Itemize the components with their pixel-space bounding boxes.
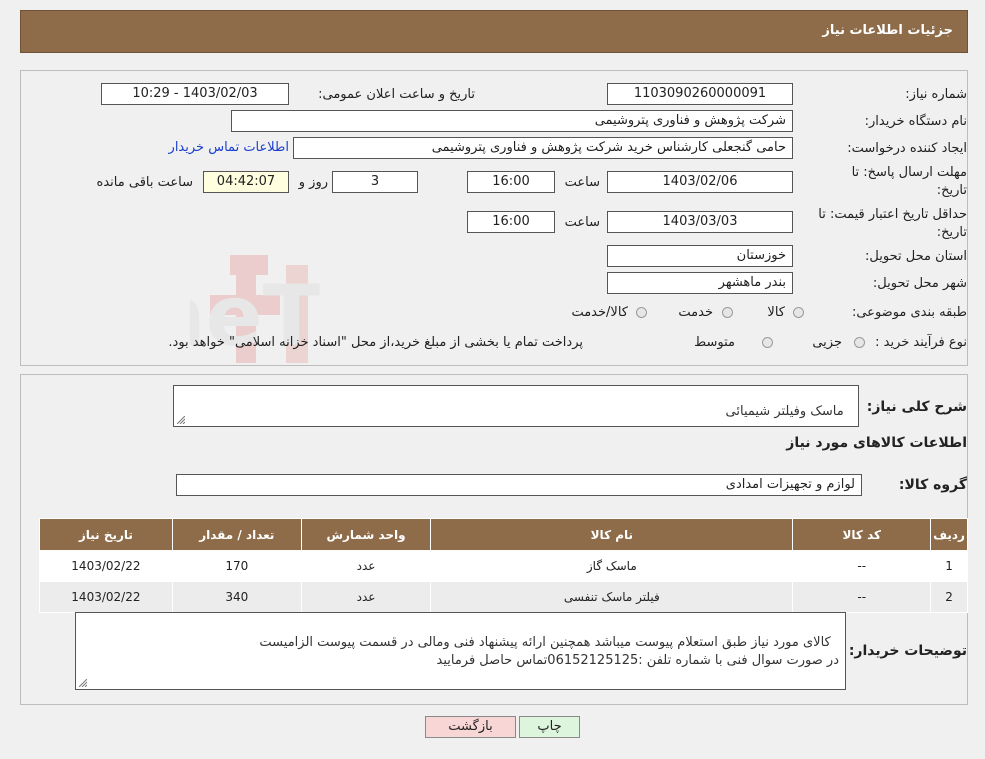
item-qty: 170: [171, 550, 302, 582]
process-label: نوع فرآیند خرید :: [875, 335, 967, 350]
validity-date-field: 1403/03/03: [607, 211, 793, 233]
remaining-time-field: 04:42:07: [203, 171, 289, 193]
category-radio-service[interactable]: [722, 307, 733, 318]
buyer-contact-link[interactable]: اطلاعات تماس خریدار: [169, 140, 289, 155]
table-header-row: ردیف کد کالا نام کالا واحد شمارش تعداد /…: [39, 518, 968, 551]
col-row: ردیف: [930, 518, 968, 551]
deadline-label-date: تاریخ:: [936, 183, 967, 198]
row-number: 2: [930, 581, 968, 613]
validity-time-label: ساعت: [564, 215, 600, 230]
buyer-notes-text: کالای مورد نیاز طبق استعلام پیوست میباشد…: [259, 635, 839, 668]
summary-text: ماسک وفیلتر شیمیائی: [725, 404, 844, 419]
item-name: ماسک گاز: [430, 550, 794, 582]
col-qty: تعداد / مقدار: [171, 518, 302, 551]
goods-group-field: لوازم و تجهیزات امدادی: [176, 474, 862, 496]
col-name: نام کالا: [430, 518, 794, 551]
table-row: 1 -- ماسک گاز عدد 170 1403/02/22: [39, 550, 968, 582]
process-note: پرداخت تمام یا بخشی از مبلغ خرید،از محل …: [168, 335, 583, 350]
days-label: روز و: [298, 175, 328, 190]
back-button[interactable]: بازگشت: [425, 716, 516, 738]
process-option-medium: متوسط: [694, 335, 735, 350]
city-label: شهر محل تحویل:: [872, 276, 967, 291]
resize-grip-icon[interactable]: [79, 679, 87, 687]
table-row: 2 -- فیلتر ماسک تنفسی عدد 340 1403/02/22: [39, 581, 968, 613]
goods-group-label: گروه کالا:: [898, 477, 967, 493]
validity-time-field: 16:00: [467, 211, 555, 233]
item-code: --: [792, 581, 932, 613]
page-title: جزئیات اطلاعات نیاز: [822, 23, 953, 38]
buyer-notes-label: توضیحات خریدار:: [848, 643, 967, 659]
item-qty: 340: [171, 581, 302, 613]
goods-info-title: اطلاعات کالاهای مورد نیاز: [786, 435, 967, 451]
process-radio-medium[interactable]: [762, 337, 773, 348]
item-unit: عدد: [300, 581, 432, 613]
summary-label: شرح کلی نیاز:: [866, 399, 967, 415]
col-code: کد کالا: [792, 518, 932, 551]
category-label: طبقه بندی موضوعی:: [851, 305, 967, 320]
summary-textarea: ماسک وفیلتر شیمیائی: [173, 385, 859, 427]
validity-label-date: تاریخ:: [936, 225, 967, 240]
buyer-org-field: شرکت پژوهش و فناوری پتروشیمی: [231, 110, 793, 132]
item-name: فیلتر ماسک تنفسی: [430, 581, 794, 613]
goods-table: ردیف کد کالا نام کالا واحد شمارش تعداد /…: [39, 518, 968, 613]
announce-label: تاریخ و ساعت اعلان عمومی:: [318, 87, 475, 102]
category-option-both: کالا/خدمت: [571, 305, 628, 320]
need-number-label: شماره نیاز:: [905, 87, 967, 102]
deadline-time-field: 16:00: [467, 171, 555, 193]
process-option-minor: جزیی: [812, 335, 842, 350]
category-radio-both[interactable]: [636, 307, 647, 318]
city-field: بندر ماهشهر: [607, 272, 793, 294]
category-option-goods: کالا: [767, 305, 785, 320]
validity-label: حداقل تاریخ اعتبار قیمت: تا: [818, 207, 967, 222]
remaining-label: ساعت باقی مانده: [96, 175, 193, 190]
item-date: 1403/02/22: [39, 550, 173, 582]
category-radio-goods[interactable]: [793, 307, 804, 318]
item-code: --: [792, 550, 932, 582]
item-date: 1403/02/22: [39, 581, 173, 613]
creator-field: حامی گنجعلی کارشناس خرید شرکت پژوهش و فن…: [293, 137, 793, 159]
item-unit: عدد: [300, 550, 432, 582]
col-unit: واحد شمارش: [300, 518, 432, 551]
row-number: 1: [930, 550, 968, 582]
buyer-notes-textarea: کالای مورد نیاز طبق استعلام پیوست میباشد…: [75, 612, 846, 690]
resize-grip-icon[interactable]: [177, 416, 185, 424]
category-option-service: خدمت: [678, 305, 713, 320]
province-field: خوزستان: [607, 245, 793, 267]
col-date: تاریخ نیاز: [39, 518, 173, 551]
deadline-label: مهلت ارسال پاسخ: تا: [851, 165, 967, 180]
print-button[interactable]: چاپ: [519, 716, 580, 738]
creator-label: ایجاد کننده درخواست:: [847, 141, 967, 156]
announce-field: 1403/02/03 - 10:29: [101, 83, 289, 105]
page-header: جزئیات اطلاعات نیاز: [20, 10, 968, 53]
buyer-org-label: نام دستگاه خریدار:: [864, 114, 967, 129]
days-remaining-field: 3: [332, 171, 418, 193]
need-number-field: 1103090260000091: [607, 83, 793, 105]
province-label: استان محل تحویل:: [865, 249, 967, 264]
deadline-date-field: 1403/02/06: [607, 171, 793, 193]
process-radio-minor[interactable]: [854, 337, 865, 348]
deadline-time-label: ساعت: [564, 175, 600, 190]
